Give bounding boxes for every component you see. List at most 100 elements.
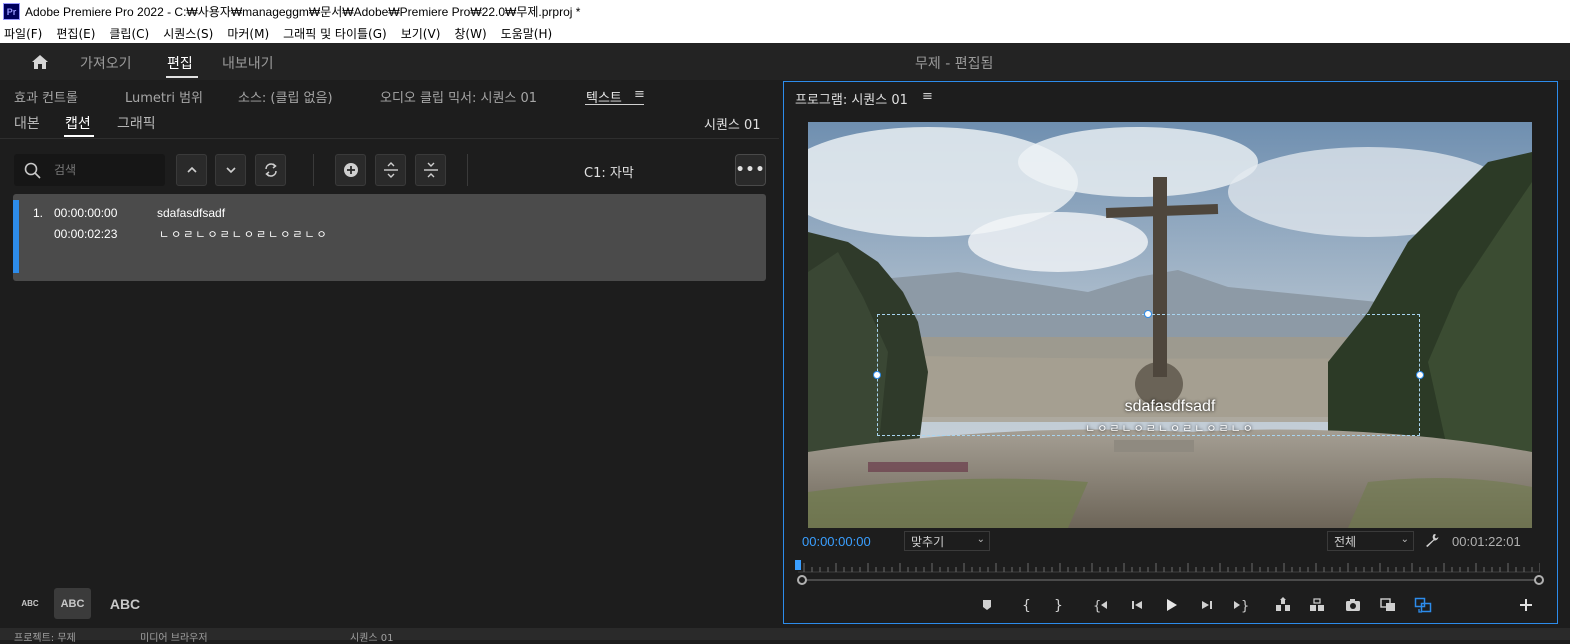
wrench-icon[interactable] <box>1424 532 1440 548</box>
caption-index: 1. <box>33 206 44 220</box>
menu-help[interactable]: 도움말(H) <box>501 25 553 42</box>
previous-caption-button[interactable] <box>176 154 207 186</box>
playhead-marker[interactable] <box>795 560 801 570</box>
zoom-scroll-end-handle[interactable] <box>1534 575 1544 585</box>
play-button[interactable] <box>1161 595 1181 615</box>
more-options-button[interactable]: ••• <box>735 154 766 186</box>
merge-caption-button[interactable] <box>415 154 446 186</box>
button-editor-add-button[interactable] <box>1516 595 1536 615</box>
caption-out-time[interactable]: 00:00:02:23 <box>54 227 117 241</box>
tab-source[interactable]: 소스: (클립 없음) <box>238 87 333 106</box>
zoom-fit-select[interactable]: 맞추기 ⌄ <box>904 531 990 551</box>
marker-icon <box>983 600 991 610</box>
premiere-logo-icon: Pr <box>3 3 20 20</box>
lift-button[interactable] <box>1272 595 1294 615</box>
menu-file[interactable]: 파일(F) <box>4 25 42 42</box>
tab-effect-controls[interactable]: 효과 컨트롤 <box>14 87 78 106</box>
caption-bounding-box[interactable] <box>877 314 1420 436</box>
add-circle-icon <box>343 163 358 177</box>
tab-import[interactable]: 가져오기 <box>80 53 132 73</box>
caption-text-line1[interactable]: sdafasdfsadf <box>157 206 225 220</box>
menu-marker[interactable]: 마커(M) <box>227 25 269 42</box>
extract-button[interactable] <box>1306 595 1328 615</box>
program-monitor: 프로그램: 시퀀스 01 ≡ sdafasdfsadf ㄴㅇㄹㄴㅇㄹㄴㅇㄹㄴㅇㄹ… <box>783 81 1558 624</box>
subtab-captions[interactable]: 캡션 <box>65 113 91 133</box>
search-input[interactable] <box>54 160 159 180</box>
window-title: Adobe Premiere Pro 2022 - C:₩사용자₩manageg… <box>25 5 581 19</box>
menu-bar: 파일(F) 편집(E) 클립(C) 시퀀스(S) 마커(M) 그래픽 및 타이틀… <box>0 23 1570 43</box>
mark-out-button[interactable]: } <box>1047 595 1067 615</box>
text-size-large-button[interactable]: ABC <box>103 588 147 619</box>
svg-text:}: } <box>1241 599 1249 614</box>
title-bar: Pr Adobe Premiere Pro 2022 - C:₩사용자₩mana… <box>0 0 1570 23</box>
tab-timeline-sequence[interactable]: 시퀀스 01 <box>350 629 394 644</box>
duration-timecode: 00:01:22:01 <box>1452 534 1521 549</box>
video-preview[interactable]: sdafasdfsadf ㄴㅇㄹㄴㅇㄹㄴㅇㄹㄴㅇㄹㄴㅇ <box>808 122 1532 528</box>
mark-in-button[interactable]: { <box>1015 595 1035 615</box>
go-to-out-button[interactable]: } <box>1229 595 1251 615</box>
toggle-proxies-button[interactable] <box>1412 595 1434 615</box>
tab-media-browser[interactable]: 미디어 브라우저 <box>140 629 208 644</box>
add-caption-button[interactable] <box>335 154 366 186</box>
text-panel: 효과 컨트롤 Lumetri 범위 소스: (클립 없음) 오디오 클립 믹서:… <box>0 80 779 628</box>
right-resize-handle[interactable] <box>1416 371 1424 379</box>
top-resize-handle[interactable] <box>1144 310 1152 318</box>
add-marker-button[interactable] <box>977 595 997 615</box>
go-to-in-button[interactable]: { <box>1090 595 1112 615</box>
split-caption-button[interactable] <box>375 154 406 186</box>
menu-window[interactable]: 창(W) <box>454 25 486 42</box>
active-panel-underline <box>585 104 644 105</box>
comparison-view-button[interactable] <box>1377 595 1399 615</box>
mark-in-icon: { <box>1022 598 1031 614</box>
workspace-bar: 가져오기 편집 내보내기 무제 - 편집됨 <box>0 43 1570 80</box>
replace-button[interactable] <box>255 154 286 186</box>
chevron-down-icon <box>225 167 236 174</box>
subtab-graphics[interactable]: 그래픽 <box>117 113 156 133</box>
caption-text-line2[interactable]: ㄴㅇㄹㄴㅇㄹㄴㅇㄹㄴㅇㄹㄴㅇ <box>159 226 329 242</box>
subtitle-line1: sdafasdfsadf <box>1124 398 1216 415</box>
home-icon[interactable] <box>30 52 50 72</box>
add-button-icon <box>1520 599 1532 611</box>
time-ruler[interactable] <box>798 560 1540 574</box>
sequence-name: 시퀀스 01 <box>704 118 761 133</box>
menu-clip[interactable]: 클립(C) <box>109 25 149 42</box>
step-back-button[interactable] <box>1127 595 1147 615</box>
text-size-medium-button[interactable]: ABC <box>54 588 91 619</box>
next-caption-button[interactable] <box>215 154 246 186</box>
zoom-fit-value: 맞추기 <box>911 534 945 549</box>
playhead-timecode[interactable]: 00:00:00:00 <box>802 534 871 549</box>
camera-icon <box>1346 599 1360 611</box>
toolbar-separator <box>467 154 468 186</box>
menu-sequence[interactable]: 시퀀스(S) <box>163 25 213 42</box>
step-forward-button[interactable] <box>1197 595 1217 615</box>
tab-project[interactable]: 프로젝트: 무제 <box>14 629 76 644</box>
panel-menu-icon[interactable]: ≡ <box>634 87 645 102</box>
tab-export[interactable]: 내보내기 <box>222 53 274 73</box>
export-frame-button[interactable] <box>1343 595 1363 615</box>
svg-text:{: { <box>1093 599 1101 614</box>
caption-in-time[interactable]: 00:00:00:00 <box>54 206 117 220</box>
tab-lumetri-scopes[interactable]: Lumetri 범위 <box>125 87 203 106</box>
search-box <box>14 154 165 186</box>
bottom-panel-strip: 프로젝트: 무제 미디어 브라우저 시퀀스 01 <box>0 628 1570 644</box>
tab-edit[interactable]: 편집 <box>167 53 193 73</box>
left-resize-handle[interactable] <box>873 371 881 379</box>
svg-text:{: { <box>1022 598 1031 614</box>
zoom-scroll-start-handle[interactable] <box>797 575 807 585</box>
split-icon <box>383 162 398 178</box>
menu-graphics[interactable]: 그래픽 및 타이틀(G) <box>283 25 387 42</box>
panel-menu-icon[interactable]: ≡ <box>922 89 933 104</box>
zoom-scroll-bar[interactable] <box>802 579 1540 581</box>
text-size-small-button[interactable]: ABC <box>14 588 46 619</box>
caption-item[interactable]: 1. 00:00:00:00 00:00:02:23 sdafasdfsadf … <box>13 194 766 281</box>
tab-audio-clip-mixer[interactable]: 오디오 클립 믹서: 시퀀스 01 <box>380 87 537 106</box>
playback-resolution-select[interactable]: 전체 ⌄ <box>1327 531 1414 551</box>
program-monitor-title[interactable]: 프로그램: 시퀀스 01 <box>795 89 908 108</box>
menu-view[interactable]: 보기(V) <box>401 25 441 42</box>
step-back-icon <box>1132 601 1142 609</box>
menu-edit[interactable]: 편집(E) <box>56 25 95 42</box>
active-subtab-underline <box>64 135 94 137</box>
subtitle-line2: ㄴㅇㄹㄴㅇㄹㄴㅇㄹㄴㅇㄹㄴㅇ <box>1085 422 1255 435</box>
refresh-icon <box>264 163 277 177</box>
subtab-transcript[interactable]: 대본 <box>14 113 40 133</box>
